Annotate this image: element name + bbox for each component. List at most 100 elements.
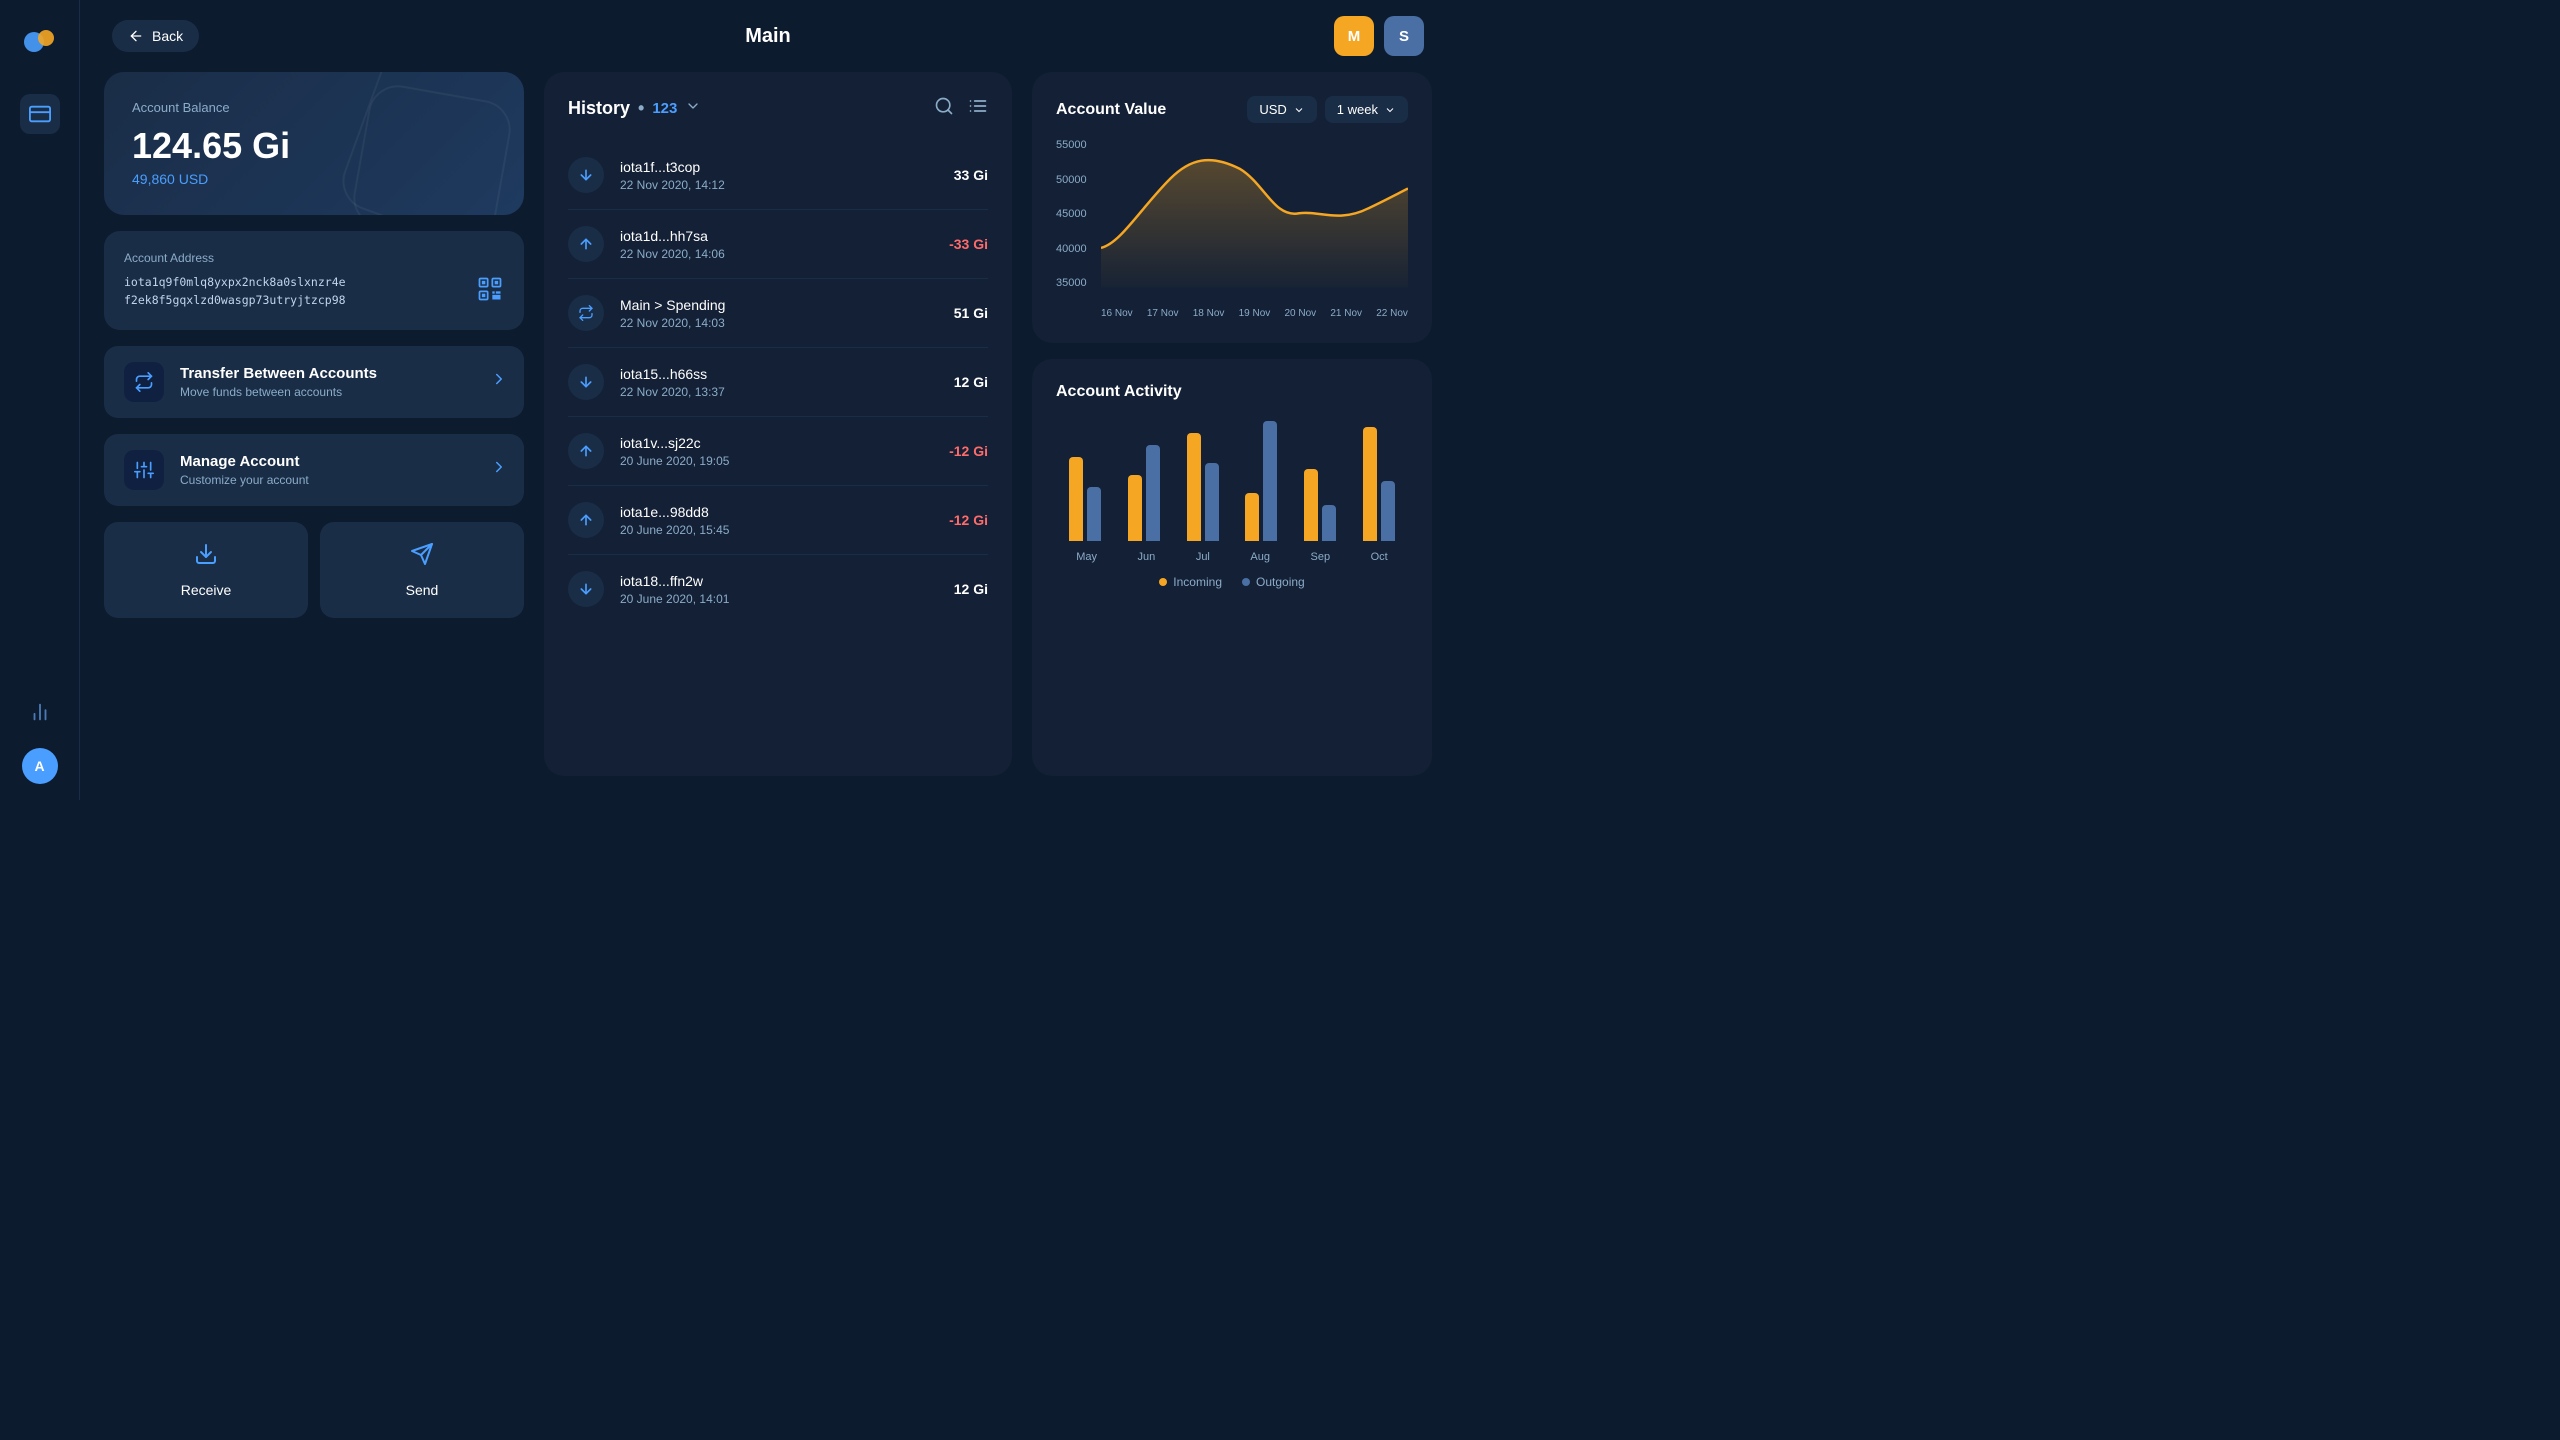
account-activity-card: Account Activity MayJunJulAugSepOct Inco… xyxy=(1032,359,1432,776)
legend: Incoming Outgoing xyxy=(1056,575,1408,589)
sidebar-logo xyxy=(16,16,64,64)
tx-date: 22 Nov 2020, 14:12 xyxy=(620,178,954,192)
address-row: iota1q9f0mlq8yxpx2nck8a0slxnzr4e f2ek8f5… xyxy=(124,273,504,310)
content-grid: Account Balance 124.65 Gi 49,860 USD Acc… xyxy=(80,72,1456,800)
history-search-button[interactable] xyxy=(934,96,954,121)
balance-usd: 49,860 USD xyxy=(132,171,496,187)
transfer-icon-circle xyxy=(124,362,164,402)
bar-outgoing xyxy=(1087,487,1101,541)
bar-incoming xyxy=(1187,433,1201,541)
transfer-button[interactable]: Transfer Between Accounts Move funds bet… xyxy=(104,346,524,418)
bar-outgoing xyxy=(1322,505,1336,541)
tx-date: 20 June 2020, 15:45 xyxy=(620,523,949,537)
history-item[interactable]: iota18...ffn2w 20 June 2020, 14:01 12 Gi xyxy=(568,555,988,623)
tx-direction-icon xyxy=(568,364,604,400)
tx-date: 22 Nov 2020, 13:37 xyxy=(620,385,954,399)
history-item[interactable]: iota1e...98dd8 20 June 2020, 15:45 -12 G… xyxy=(568,486,988,555)
history-list: iota1f...t3cop 22 Nov 2020, 14:12 33 Gi … xyxy=(568,141,988,623)
transfer-action-text: Transfer Between Accounts Move funds bet… xyxy=(180,365,377,399)
history-actions xyxy=(934,96,988,121)
balance-label: Account Balance xyxy=(132,100,496,115)
bar-outgoing xyxy=(1381,481,1395,541)
manage-action-text: Manage Account Customize your account xyxy=(180,453,309,487)
address-text: iota1q9f0mlq8yxpx2nck8a0slxnzr4e f2ek8f5… xyxy=(124,273,346,310)
history-item[interactable]: iota15...h66ss 22 Nov 2020, 13:37 12 Gi xyxy=(568,348,988,417)
send-icon xyxy=(410,542,434,572)
right-panel: Account Value USD 1 week xyxy=(1032,72,1432,776)
history-dropdown-icon[interactable] xyxy=(685,98,701,119)
tx-date: 20 June 2020, 14:01 xyxy=(620,592,954,606)
tx-date: 22 Nov 2020, 14:06 xyxy=(620,247,949,261)
tx-address: iota1v...sj22c xyxy=(620,435,949,451)
sliders-icon xyxy=(134,460,154,480)
manage-arrow-icon xyxy=(490,458,508,481)
legend-dot-outgoing xyxy=(1242,578,1250,586)
page-title: Main xyxy=(745,25,791,48)
left-panel: Account Balance 124.65 Gi 49,860 USD Acc… xyxy=(104,72,524,776)
bar-group xyxy=(1187,433,1219,541)
currency-chevron-icon xyxy=(1293,104,1305,116)
legend-dot-incoming xyxy=(1159,578,1167,586)
tx-address: Main > Spending xyxy=(620,297,954,313)
main-content: Back Main M S Account Balance 124.65 Gi … xyxy=(80,0,1456,800)
bar-group xyxy=(1245,421,1277,541)
manage-icon-circle xyxy=(124,450,164,490)
bar-incoming xyxy=(1245,493,1259,541)
back-button[interactable]: Back xyxy=(112,20,199,52)
legend-incoming: Incoming xyxy=(1159,575,1222,589)
sidebar-bottom: A xyxy=(20,692,60,784)
tx-info: iota18...ffn2w 20 June 2020, 14:01 xyxy=(620,573,954,606)
history-title: History • 123 xyxy=(568,98,701,119)
tx-direction-icon xyxy=(568,295,604,331)
sidebar-item-wallet[interactable] xyxy=(20,94,60,134)
user-avatar-s[interactable]: S xyxy=(1384,16,1424,56)
user-avatar-m[interactable]: M xyxy=(1334,16,1374,56)
line-chart-svg xyxy=(1101,139,1408,288)
tx-address: iota1f...t3cop xyxy=(620,159,954,175)
x-axis-labels: 16 Nov 17 Nov 18 Nov 19 Nov 20 Nov 21 No… xyxy=(1101,308,1408,319)
address-label: Account Address xyxy=(124,251,504,265)
tx-direction-icon xyxy=(568,571,604,607)
tx-direction-icon xyxy=(568,157,604,193)
history-item[interactable]: iota1d...hh7sa 22 Nov 2020, 14:06 -33 Gi xyxy=(568,210,988,279)
bar-outgoing xyxy=(1205,463,1219,541)
receive-icon xyxy=(194,542,218,572)
tx-info: iota1d...hh7sa 22 Nov 2020, 14:06 xyxy=(620,228,949,261)
bar-incoming xyxy=(1128,475,1142,541)
chart-title: Account Value xyxy=(1056,101,1166,119)
tx-date: 20 June 2020, 19:05 xyxy=(620,454,949,468)
account-value-card: Account Value USD 1 week xyxy=(1032,72,1432,343)
bar-outgoing xyxy=(1146,445,1160,541)
value-chart-area: 55000 50000 45000 40000 35000 xyxy=(1056,139,1408,319)
tx-info: Main > Spending 22 Nov 2020, 14:03 xyxy=(620,297,954,330)
topbar: Back Main M S xyxy=(80,0,1456,72)
bar-labels: MayJunJulAugSepOct xyxy=(1056,551,1408,563)
legend-outgoing: Outgoing xyxy=(1242,575,1305,589)
period-chevron-icon xyxy=(1384,104,1396,116)
bar-incoming xyxy=(1304,469,1318,541)
currency-dropdown[interactable]: USD xyxy=(1247,96,1316,123)
bar-group xyxy=(1304,469,1336,541)
send-button[interactable]: Send xyxy=(320,522,524,618)
tx-address: iota15...h66ss xyxy=(620,366,954,382)
bar-incoming xyxy=(1363,427,1377,541)
tx-amount: -33 Gi xyxy=(949,236,988,252)
activity-title: Account Activity xyxy=(1056,383,1408,401)
history-item[interactable]: iota1f...t3cop 22 Nov 2020, 14:12 33 Gi xyxy=(568,141,988,210)
history-item[interactable]: iota1v...sj22c 20 June 2020, 19:05 -12 G… xyxy=(568,417,988,486)
sidebar-item-chart[interactable] xyxy=(20,692,60,732)
back-arrow-icon xyxy=(128,28,144,44)
period-dropdown[interactable]: 1 week xyxy=(1325,96,1408,123)
tx-info: iota1v...sj22c 20 June 2020, 19:05 xyxy=(620,435,949,468)
history-filter-button[interactable] xyxy=(968,96,988,121)
history-panel: History • 123 xyxy=(544,72,1012,776)
qr-icon[interactable] xyxy=(476,275,504,308)
history-item[interactable]: Main > Spending 22 Nov 2020, 14:03 51 Gi xyxy=(568,279,988,348)
tx-date: 22 Nov 2020, 14:03 xyxy=(620,316,954,330)
tx-amount: 51 Gi xyxy=(954,305,988,321)
receive-button[interactable]: Receive xyxy=(104,522,308,618)
manage-account-button[interactable]: Manage Account Customize your account xyxy=(104,434,524,506)
tx-direction-icon xyxy=(568,226,604,262)
sidebar: A xyxy=(0,0,80,800)
sidebar-avatar[interactable]: A xyxy=(22,748,58,784)
